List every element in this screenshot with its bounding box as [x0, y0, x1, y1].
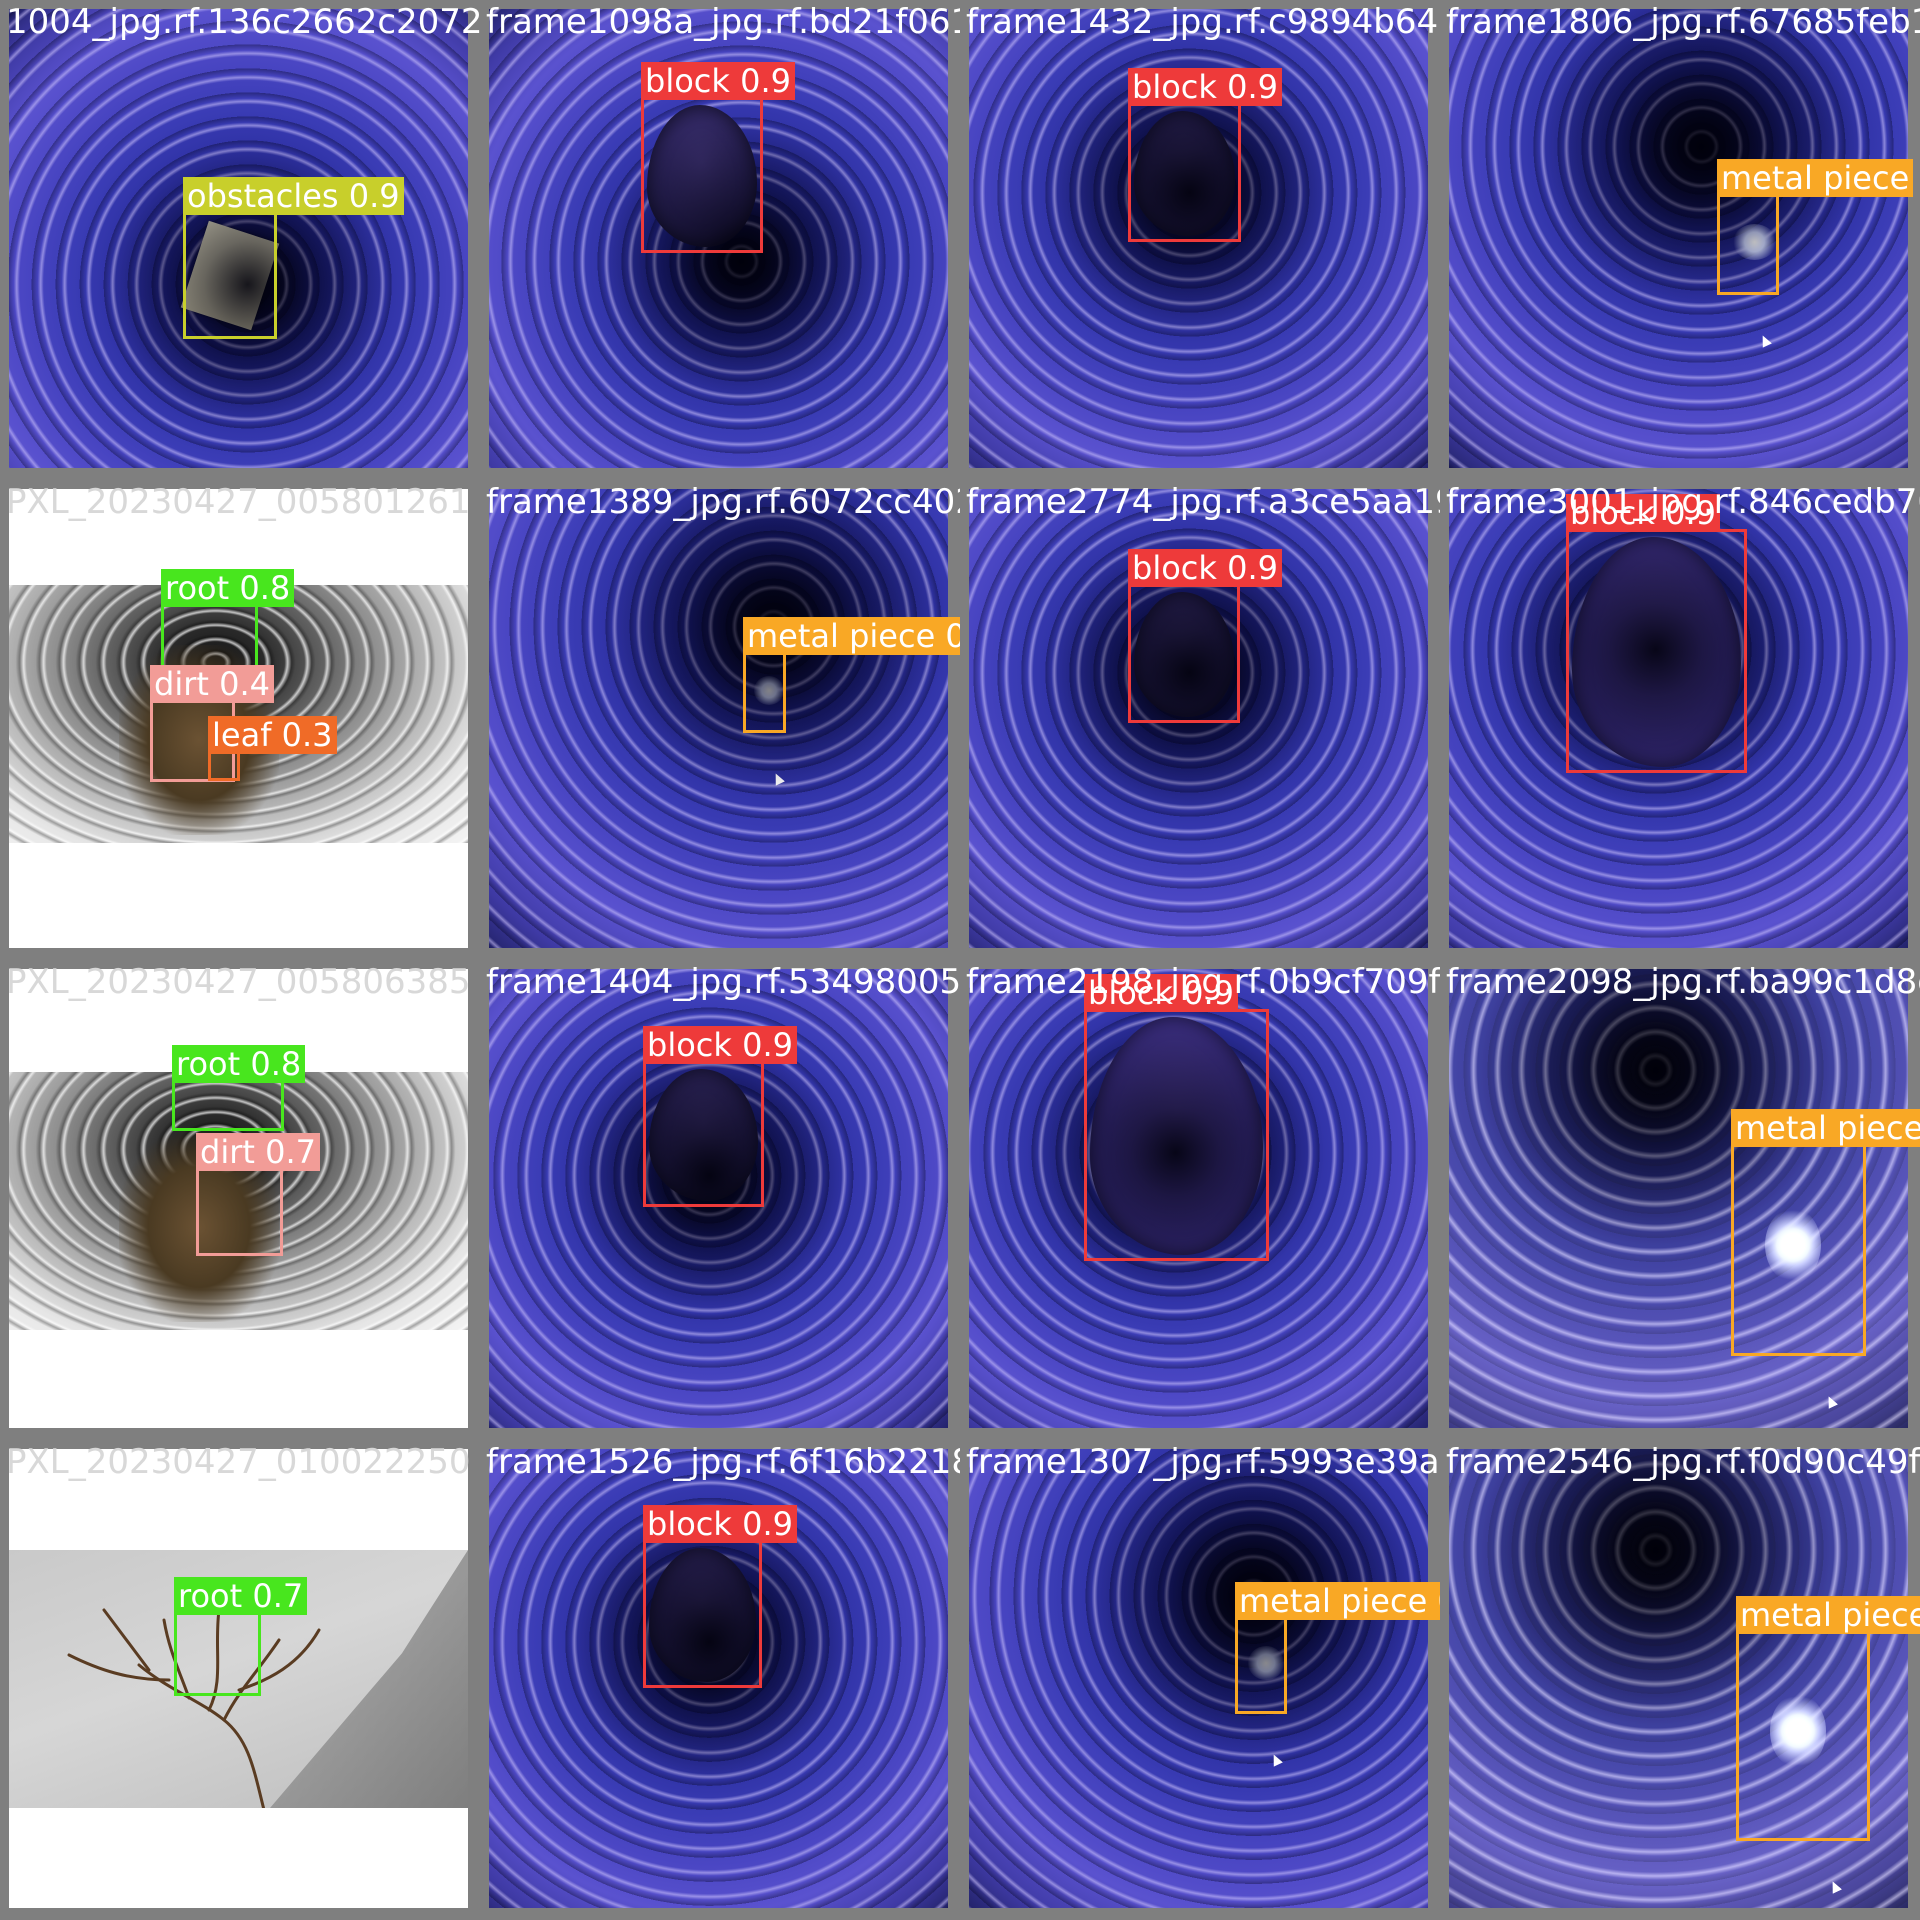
tile-filename: 1004_jpg.rf.136c2662c2072: [6, 2, 480, 42]
tile-image: [489, 489, 948, 948]
tile-image: [969, 1449, 1428, 1908]
image-tile[interactable]: metal piece frame1806_jpg.rf.67685feb1: [1440, 0, 1920, 480]
detection-label: metal piece: [1736, 1596, 1920, 1634]
detection-label: dirt 0.7: [196, 1133, 320, 1171]
detection-label: root 0.8: [172, 1045, 306, 1083]
image-tile[interactable]: metal piece frame2098_jpg.rf.ba99c1d8c: [1440, 960, 1920, 1440]
tile-filename: frame2098_jpg.rf.ba99c1d8c: [1446, 962, 1920, 1002]
detection-box-block[interactable]: block 0.9: [1084, 974, 1269, 1261]
detection-label: metal piece: [1731, 1109, 1920, 1147]
detection-grid: obstacles 0.9 1004_jpg.rf.136c2662c2072 bl…: [0, 0, 1920, 1920]
image-tile[interactable]: block 0.9 frame1098a_jpg.rf.bd21f061a: [480, 0, 960, 480]
image-tile[interactable]: block 0.9 frame1432_jpg.rf.c9894b64: [960, 0, 1440, 480]
image-tile[interactable]: root 0.8 dirt 0.7 PXL_20230427_005806385: [0, 960, 480, 1440]
detection-box-root[interactable]: root 0.7: [174, 1577, 308, 1696]
image-tile[interactable]: obstacles 0.9 1004_jpg.rf.136c2662c2072: [0, 0, 480, 480]
image-tile[interactable]: block 0.9 frame2198_jpg.rf.0b9cf709fde: [960, 960, 1440, 1440]
detection-label: block 0.9: [1128, 68, 1282, 106]
tile-filename: frame3001_jpg.rf.846cedb70e2: [1446, 482, 1920, 522]
detection-box-leaf[interactable]: leaf 0.3: [208, 716, 337, 781]
tile-filename: frame1526_jpg.rf.6f16b2218: [486, 1442, 960, 1482]
detection-label: root 0.7: [174, 1577, 308, 1615]
tile-filename: frame1307_jpg.rf.5993e39a5: [966, 1442, 1440, 1482]
cursor-icon: [1827, 1879, 1842, 1894]
tile-filename: frame2546_jpg.rf.f0d90c49ff: [1446, 1442, 1920, 1482]
tile-filename: PXL_20230427_010022250: [6, 1442, 471, 1482]
tile-filename: frame1098a_jpg.rf.bd21f061a: [486, 2, 960, 42]
detection-label: metal piece 0.9: [1235, 1582, 1440, 1620]
image-tile[interactable]: metal piece 0.9 frame1307_jpg.rf.5993e39a…: [960, 1440, 1440, 1920]
detection-label: dirt 0.4: [150, 665, 274, 703]
detection-label: metal piece 0.9: [743, 617, 960, 655]
detection-label: metal piece: [1717, 159, 1914, 197]
tile-filename: frame1432_jpg.rf.c9894b64: [966, 2, 1439, 42]
detection-box-root[interactable]: root 0.8: [161, 569, 295, 669]
image-tile[interactable]: root 0.8 dirt 0.4 leaf 0.3 PXL_20230427_005…: [0, 480, 480, 960]
detection-box-metal-piece[interactable]: metal piece: [1736, 1596, 1920, 1841]
detection-label: block 0.9: [643, 1026, 797, 1064]
image-tile[interactable]: metal piece frame2546_jpg.rf.f0d90c49ff: [1440, 1440, 1920, 1920]
detection-label: leaf 0.3: [208, 716, 337, 754]
tile-filename: frame2198_jpg.rf.0b9cf709fde: [966, 962, 1440, 1002]
detection-box-dirt[interactable]: dirt 0.7: [196, 1133, 320, 1256]
image-tile[interactable]: block 0.9 frame1404_jpg.rf.53498005c: [480, 960, 960, 1440]
detection-box-metal-piece[interactable]: metal piece 0.9: [743, 617, 960, 733]
detection-label: block 0.9: [641, 62, 795, 100]
cursor-icon: [1823, 1394, 1838, 1409]
cursor-icon: [1758, 333, 1773, 348]
image-tile[interactable]: root 0.7 PXL_20230427_010022250: [0, 1440, 480, 1920]
detection-label: root 0.8: [161, 569, 295, 607]
tile-filename: frame1404_jpg.rf.53498005c: [486, 962, 960, 1002]
detection-box-block[interactable]: block 0.9: [643, 1505, 797, 1688]
detection-box-block[interactable]: block 0.9: [1128, 549, 1282, 723]
detection-label: obstacles 0.9: [183, 177, 404, 215]
tile-filename: PXL_20230427_005806385: [6, 962, 471, 1002]
image-tile[interactable]: block 0.9 frame2774_jpg.rf.a3ce5aa19: [960, 480, 1440, 960]
detection-box-block[interactable]: block 0.9: [1566, 494, 1747, 773]
cursor-icon: [1269, 1752, 1284, 1767]
detection-box-metal-piece[interactable]: metal piece: [1731, 1109, 1920, 1356]
detection-label: block 0.9: [643, 1505, 797, 1543]
tile-filename: frame1389_jpg.rf.6072cc402: [486, 482, 960, 522]
image-tile[interactable]: block 0.9frame3001_jpg.rf.846cedb70e2: [1440, 480, 1920, 960]
tile-filename: PXL_20230427_005801261: [6, 482, 471, 522]
cursor-icon: [771, 771, 785, 786]
tile-filename: frame1806_jpg.rf.67685feb1: [1446, 2, 1920, 42]
detection-box-block[interactable]: block 0.9: [1128, 68, 1282, 242]
detection-box-block[interactable]: block 0.9: [641, 62, 795, 253]
detection-box-metal-piece[interactable]: metal piece: [1717, 159, 1914, 295]
tile-image: [1449, 9, 1908, 468]
detection-label: block 0.9: [1128, 549, 1282, 587]
tile-filename: frame2774_jpg.rf.a3ce5aa19: [966, 482, 1440, 522]
detection-box-metal-piece[interactable]: metal piece 0.9: [1235, 1582, 1440, 1714]
image-tile[interactable]: block 0.9 frame1526_jpg.rf.6f16b2218: [480, 1440, 960, 1920]
detection-box-obstacles[interactable]: obstacles 0.9: [183, 177, 404, 339]
image-tile[interactable]: metal piece 0.9 frame1389_jpg.rf.6072cc40…: [480, 480, 960, 960]
detection-box-block[interactable]: block 0.9: [643, 1026, 797, 1207]
detection-box-root[interactable]: root 0.8: [172, 1045, 306, 1131]
